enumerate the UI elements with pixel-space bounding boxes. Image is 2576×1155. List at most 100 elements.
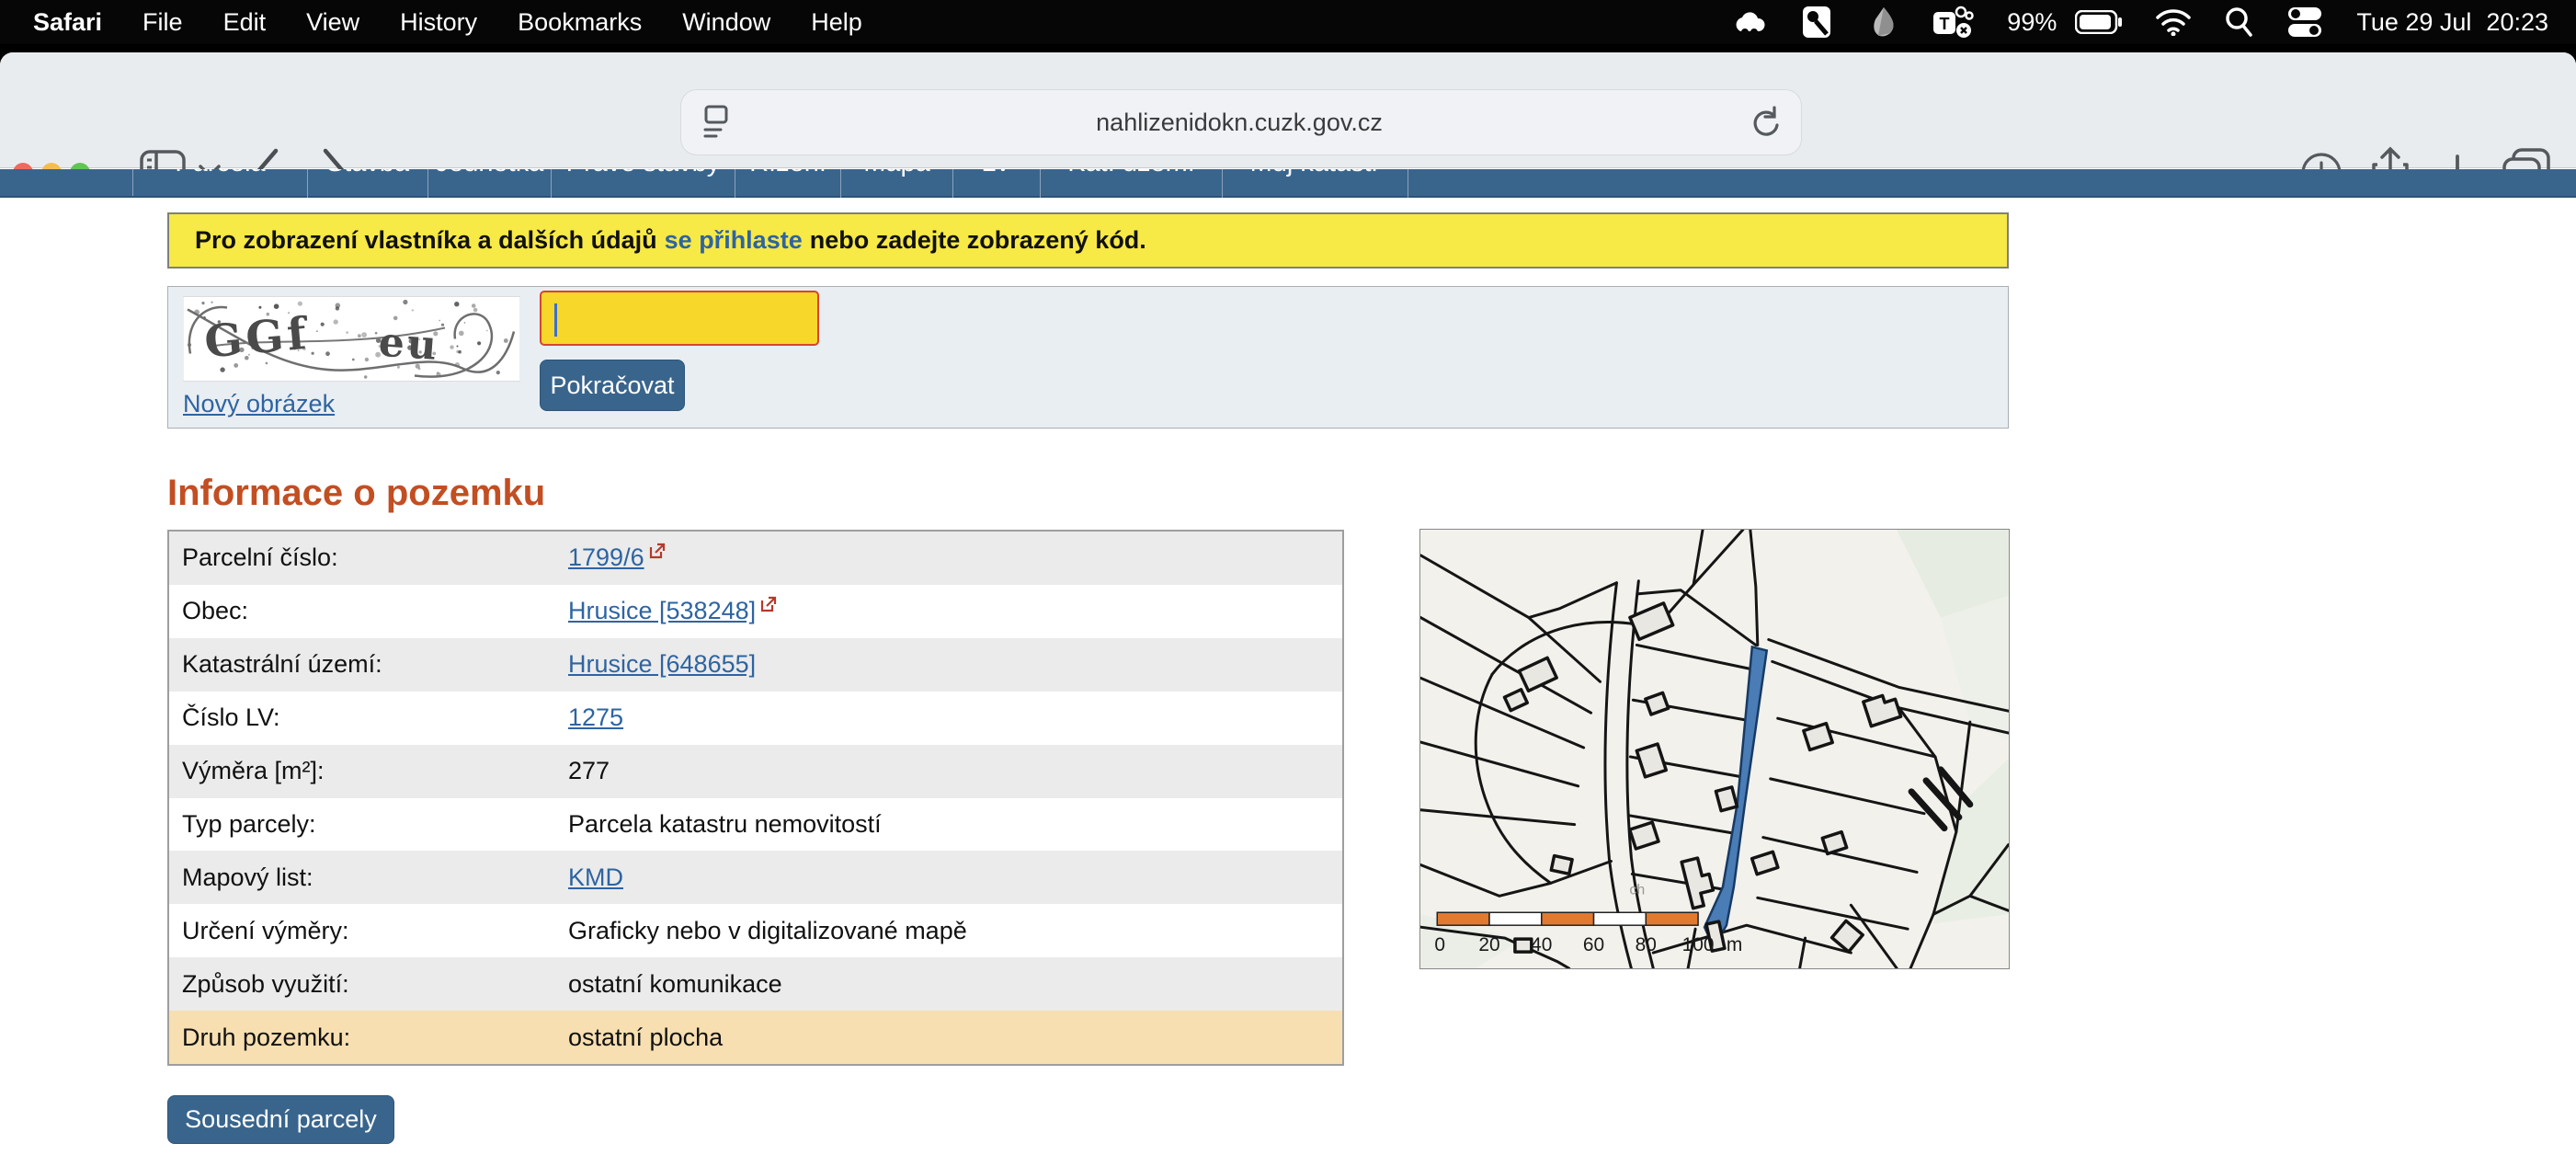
menu-item-window[interactable]: Window [682,8,770,36]
table-row: Určení výměry:Graficky nebo v digitalizo… [169,904,1342,957]
nav-tab-label: Kat. území [1041,169,1222,177]
row-value: 1275 [568,703,1342,732]
new-captcha-link[interactable]: Nový obrázek [183,390,335,418]
cloud-app-icon[interactable] [1731,6,1768,38]
scale-tick: 20 [1478,934,1499,955]
row-value-text: Parcela katastru nemovitostí [568,810,882,839]
menu-items: File Edit View History Bookmarks Window Help [102,8,862,37]
gradient-blob-icon[interactable] [1867,6,1900,39]
cadastral-map[interactable]: ch 0 20 40 60 80 100 m [1419,529,2010,969]
nav-tab-mapa[interactable]: Mapa [841,169,953,198]
nav-spacer [0,169,133,196]
scale-tick: 0 [1434,934,1445,955]
row-label: Parcelní číslo: [169,543,568,572]
wifi-icon[interactable] [2156,8,2191,36]
menu-item-edit[interactable]: Edit [223,8,267,36]
web-page: ParcelaStavbaJednotkaPrávo stavbyŘízeníM… [0,169,2576,1155]
menu-status-area: T 99% Tue 29 Jul [1731,5,2576,40]
nav-tab-jednotka[interactable]: Jednotka [428,169,552,198]
nav-tab-label: Řízení [735,169,840,177]
row-value: KMD [568,863,1342,892]
menu-time: 20:23 [2486,8,2548,37]
menu-app-name[interactable]: Safari [33,8,102,37]
table-row: Druh pozemku:ostatní plocha [169,1011,1342,1064]
row-value: Parcela katastru nemovitostí [568,810,1342,839]
captcha-word-2: eu [377,319,440,370]
nav-tab-label: Můj katastr [1223,169,1408,177]
row-value-link[interactable]: 1799/6 [568,543,644,572]
login-link[interactable]: se přihlaste [665,226,803,255]
row-value: Graficky nebo v digitalizované mapě [568,917,1342,945]
row-label: Číslo LV: [169,703,568,732]
url-text[interactable]: nahlizenidokn.cuzk.gov.cz [729,109,1750,137]
scale-tick: 60 [1583,934,1604,955]
row-value: ostatní komunikace [568,970,1342,999]
nav-tab-label: Právo stavby [552,169,735,177]
nav-tab-label: Mapa [841,169,952,177]
nav-tab-parcela[interactable]: Parcela [133,169,308,198]
spotlight-search-icon[interactable] [2224,6,2253,38]
page-title: Informace o pozemku [167,473,545,514]
map-scale-bar: 0 20 40 60 80 100 m [1434,912,1742,955]
captcha-word-1: GGf [202,308,312,369]
neighbor-parcels-button[interactable]: Sousední parcely [167,1095,394,1144]
row-label: Typ parcely: [169,810,568,839]
row-value-link[interactable]: KMD [568,863,623,892]
row-value-link[interactable]: Hrusice [648655] [568,650,756,679]
menu-item-file[interactable]: File [142,8,183,36]
cadastral-map-image: ch 0 20 40 60 80 100 m [1420,530,2009,968]
row-label: Katastrální území: [169,650,568,679]
captcha-input[interactable] [540,291,819,346]
row-value: 277 [568,757,1342,785]
external-link-icon [759,595,778,613]
table-row: Výměra [m²]:277 [169,745,1342,798]
continue-button[interactable]: Pokračovat [540,360,685,411]
row-value-link[interactable]: 1275 [568,703,623,732]
control-center-icon[interactable] [2286,6,2323,39]
nav-tab-stavba[interactable]: Stavba [308,169,428,198]
app-badge-icon[interactable]: T [1933,5,1974,40]
menu-clock[interactable]: Tue 29 Jul 20:23 [2356,8,2548,37]
nav-tab-label: Jednotka [428,169,551,177]
row-value: Hrusice [538248] [568,597,1342,625]
reload-icon[interactable] [1750,105,1781,140]
row-label: Mapový list: [169,863,568,892]
menu-item-view[interactable]: View [306,8,359,36]
nav-tab-m-j-katastr[interactable]: Můj katastr [1223,169,1408,198]
parcel-info-table: Parcelní číslo:1799/6Obec:Hrusice [53824… [167,530,1344,1066]
scale-tick: 40 [1531,934,1552,955]
row-label: Obec: [169,597,568,625]
row-label: Určení výměry: [169,917,568,945]
menu-item-history[interactable]: History [400,8,477,36]
address-bar[interactable]: nahlizenidokn.cuzk.gov.cz [680,89,1802,155]
table-row: Způsob využití:ostatní komunikace [169,957,1342,1011]
scale-tick: 100 [1682,934,1715,955]
notice-text-after: nebo zadejte zobrazený kód. [810,226,1146,255]
menu-date: Tue 29 Jul [2356,8,2471,37]
nav-tab-label: Stavba [308,169,427,177]
row-value-link[interactable]: Hrusice [538248] [568,597,756,625]
captcha-panel: GGf eu Nový obrázek Pokračovat [167,286,2009,429]
notice-text-before: Pro zobrazení vlastníka a dalších údajů [195,226,657,255]
table-row: Katastrální území:Hrusice [648655] [169,638,1342,692]
battery-icon[interactable] [2075,10,2123,34]
screen-recording-icon[interactable] [1801,5,1834,40]
row-value: 1799/6 [568,543,1342,572]
page-settings-icon[interactable] [701,104,729,141]
menu-item-help[interactable]: Help [811,8,862,36]
menu-item-bookmarks[interactable]: Bookmarks [518,8,642,36]
row-label: Způsob využití: [169,970,568,999]
text-cursor [554,303,557,337]
table-row: Číslo LV:1275 [169,692,1342,745]
row-value-text: ostatní komunikace [568,970,782,999]
nav-tab-kat-zem-[interactable]: Kat. území [1041,169,1223,198]
battery-percent[interactable]: 99% [2007,8,2057,37]
nav-tab--zen-[interactable]: Řízení [735,169,841,198]
nav-tab-pr-vo-stavby[interactable]: Právo stavby [552,169,735,198]
svg-text:T: T [1940,15,1950,33]
nav-tab-lv[interactable]: LV [953,169,1041,198]
table-row: Mapový list:KMD [169,851,1342,904]
row-value-text: 277 [568,757,610,785]
table-row: Obec:Hrusice [538248] [169,585,1342,638]
row-value-text: Graficky nebo v digitalizované mapě [568,917,967,945]
